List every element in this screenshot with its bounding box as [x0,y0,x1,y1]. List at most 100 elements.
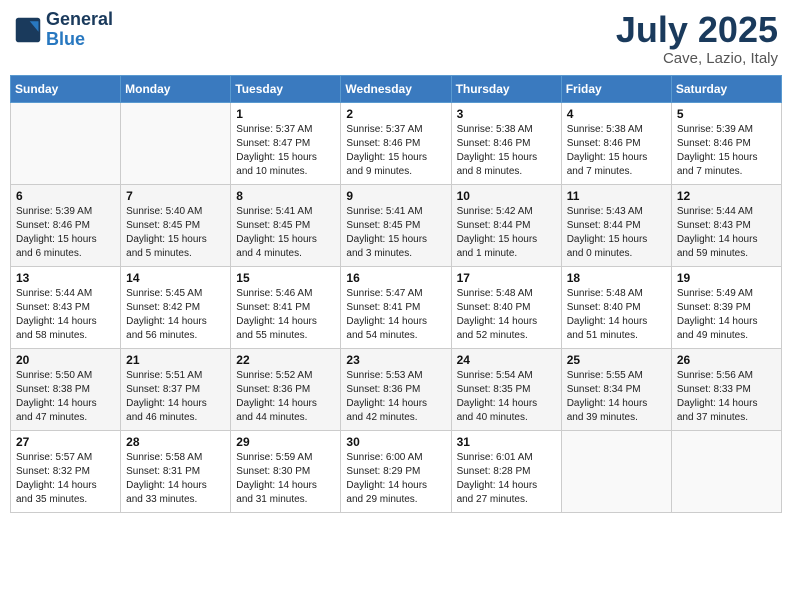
calendar-cell: 31Sunrise: 6:01 AM Sunset: 8:28 PM Dayli… [451,430,561,512]
day-number: 24 [457,353,556,367]
weekday-sunday: Sunday [11,75,121,102]
calendar-cell: 29 Sunrise: 5:59 AM Sunset: 8:30 PM Dayli… [231,430,341,512]
calendar-cell: 8 Sunrise: 5:41 AM Sunset: 8:45 PM Daylig… [231,184,341,266]
calendar-cell [11,102,121,184]
day-info: Sunrise: 5:46 AM Sunset: 8:41 PM Dayligh… [236,287,335,343]
day-info: Sunrise: 5:58 AM Sunset: 8:31 PM Dayligh… [126,451,225,507]
day-number: 23 [346,353,445,367]
calendar-cell: 12Sunrise: 5:44 AM Sunset: 8:43 PM Dayli… [671,184,781,266]
calendar-cell: 4 Sunrise: 5:38 AM Sunset: 8:46 PM Daylig… [561,102,671,184]
weekday-saturday: Saturday [671,75,781,102]
logo-text-blue: Blue [46,30,113,50]
calendar-cell: 30Sunrise: 6:00 AM Sunset: 8:29 PM Dayli… [341,430,451,512]
day-info: Sunrise: 5:54 AM Sunset: 8:35 PM Dayligh… [457,369,556,425]
weekday-thursday: Thursday [451,75,561,102]
day-info: Sunrise: 5:56 AM Sunset: 8:33 PM Dayligh… [677,369,776,425]
day-number: 25 [567,353,666,367]
day-info: Sunrise: 5:41 AM Sunset: 8:45 PM Dayligh… [346,205,445,261]
day-number: 26 [677,353,776,367]
page-header: General Blue July 2025 Cave, Lazio, Ital… [10,10,782,67]
day-info: Sunrise: 5:38 AM Sunset: 8:46 PM Dayligh… [567,123,666,179]
day-info: Sunrise: 5:49 AM Sunset: 8:39 PM Dayligh… [677,287,776,343]
calendar-week-5: 27Sunrise: 5:57 AM Sunset: 8:32 PM Dayli… [11,430,782,512]
weekday-header-row: SundayMondayTuesdayWednesdayThursdayFrid… [11,75,782,102]
day-number: 21 [126,353,225,367]
day-info: Sunrise: 5:48 AM Sunset: 8:40 PM Dayligh… [567,287,666,343]
day-number: 3 [457,107,556,121]
calendar-cell: 13 Sunrise: 5:44 AM Sunset: 8:43 PM Dayli… [11,266,121,348]
calendar-cell: 2 Sunrise: 5:37 AM Sunset: 8:46 PM Daylig… [341,102,451,184]
day-number: 17 [457,271,556,285]
day-info: Sunrise: 5:43 AM Sunset: 8:44 PM Dayligh… [567,205,666,261]
day-info: Sunrise: 5:42 AM Sunset: 8:44 PM Dayligh… [457,205,556,261]
day-info: Sunrise: 5:39 AM Sunset: 8:46 PM Dayligh… [16,205,115,261]
weekday-monday: Monday [121,75,231,102]
day-number: 30 [346,435,445,449]
day-number: 1 [236,107,335,121]
calendar-cell: 5 Sunrise: 5:39 AM Sunset: 8:46 PM Daylig… [671,102,781,184]
weekday-tuesday: Tuesday [231,75,341,102]
day-info: Sunrise: 5:44 AM Sunset: 8:43 PM Dayligh… [16,287,115,343]
calendar-week-1: 1Sunrise: 5:37 AM Sunset: 8:47 PM Daylig… [11,102,782,184]
day-number: 16 [346,271,445,285]
day-number: 15 [236,271,335,285]
day-info: Sunrise: 5:41 AM Sunset: 8:45 PM Dayligh… [236,205,335,261]
title-block: July 2025 Cave, Lazio, Italy [616,10,778,67]
day-number: 18 [567,271,666,285]
day-number: 5 [677,107,776,121]
day-info: Sunrise: 5:40 AM Sunset: 8:45 PM Dayligh… [126,205,225,261]
calendar-cell: 18 Sunrise: 5:48 AM Sunset: 8:40 PM Dayli… [561,266,671,348]
day-number: 20 [16,353,115,367]
day-info: Sunrise: 5:51 AM Sunset: 8:37 PM Dayligh… [126,369,225,425]
calendar-cell: 19 Sunrise: 5:49 AM Sunset: 8:39 PM Dayli… [671,266,781,348]
calendar-cell: 1Sunrise: 5:37 AM Sunset: 8:47 PM Daylig… [231,102,341,184]
day-info: Sunrise: 5:39 AM Sunset: 8:46 PM Dayligh… [677,123,776,179]
calendar-table: SundayMondayTuesdayWednesdayThursdayFrid… [10,75,782,513]
day-number: 2 [346,107,445,121]
weekday-wednesday: Wednesday [341,75,451,102]
day-info: Sunrise: 5:59 AM Sunset: 8:30 PM Dayligh… [236,451,335,507]
calendar-cell [121,102,231,184]
calendar-cell: 14Sunrise: 5:45 AM Sunset: 8:42 PM Dayli… [121,266,231,348]
calendar-cell: 24 Sunrise: 5:54 AM Sunset: 8:35 PM Dayli… [451,348,561,430]
calendar-cell: 25Sunrise: 5:55 AM Sunset: 8:34 PM Dayli… [561,348,671,430]
calendar-cell: 10 Sunrise: 5:42 AM Sunset: 8:44 PM Dayli… [451,184,561,266]
calendar-cell: 23Sunrise: 5:53 AM Sunset: 8:36 PM Dayli… [341,348,451,430]
calendar-cell [671,430,781,512]
logo-icon [14,16,42,44]
day-number: 4 [567,107,666,121]
calendar-cell: 11Sunrise: 5:43 AM Sunset: 8:44 PM Dayli… [561,184,671,266]
day-number: 28 [126,435,225,449]
calendar-cell [561,430,671,512]
day-number: 27 [16,435,115,449]
day-info: Sunrise: 5:47 AM Sunset: 8:41 PM Dayligh… [346,287,445,343]
day-number: 10 [457,189,556,203]
day-info: Sunrise: 5:38 AM Sunset: 8:46 PM Dayligh… [457,123,556,179]
day-info: Sunrise: 5:45 AM Sunset: 8:42 PM Dayligh… [126,287,225,343]
day-info: Sunrise: 5:50 AM Sunset: 8:38 PM Dayligh… [16,369,115,425]
logo: General Blue [14,10,113,50]
weekday-friday: Friday [561,75,671,102]
calendar-week-2: 6 Sunrise: 5:39 AM Sunset: 8:46 PM Daylig… [11,184,782,266]
day-info: Sunrise: 5:37 AM Sunset: 8:46 PM Dayligh… [346,123,445,179]
month-title: July 2025 [616,10,778,50]
calendar-week-3: 13 Sunrise: 5:44 AM Sunset: 8:43 PM Dayli… [11,266,782,348]
calendar-cell: 16 Sunrise: 5:47 AM Sunset: 8:41 PM Dayli… [341,266,451,348]
calendar-cell: 3 Sunrise: 5:38 AM Sunset: 8:46 PM Daylig… [451,102,561,184]
logo-text-general: General [46,10,113,30]
calendar-cell: 26 Sunrise: 5:56 AM Sunset: 8:33 PM Dayli… [671,348,781,430]
calendar-cell: 6 Sunrise: 5:39 AM Sunset: 8:46 PM Daylig… [11,184,121,266]
day-number: 29 [236,435,335,449]
day-number: 19 [677,271,776,285]
calendar-cell: 15 Sunrise: 5:46 AM Sunset: 8:41 PM Dayli… [231,266,341,348]
calendar-cell: 20 Sunrise: 5:50 AM Sunset: 8:38 PM Dayli… [11,348,121,430]
day-number: 6 [16,189,115,203]
day-info: Sunrise: 5:52 AM Sunset: 8:36 PM Dayligh… [236,369,335,425]
calendar-cell: 28 Sunrise: 5:58 AM Sunset: 8:31 PM Dayli… [121,430,231,512]
calendar-cell: 21 Sunrise: 5:51 AM Sunset: 8:37 PM Dayli… [121,348,231,430]
day-number: 8 [236,189,335,203]
day-number: 13 [16,271,115,285]
day-number: 31 [457,435,556,449]
location: Cave, Lazio, Italy [616,50,778,67]
day-number: 7 [126,189,225,203]
